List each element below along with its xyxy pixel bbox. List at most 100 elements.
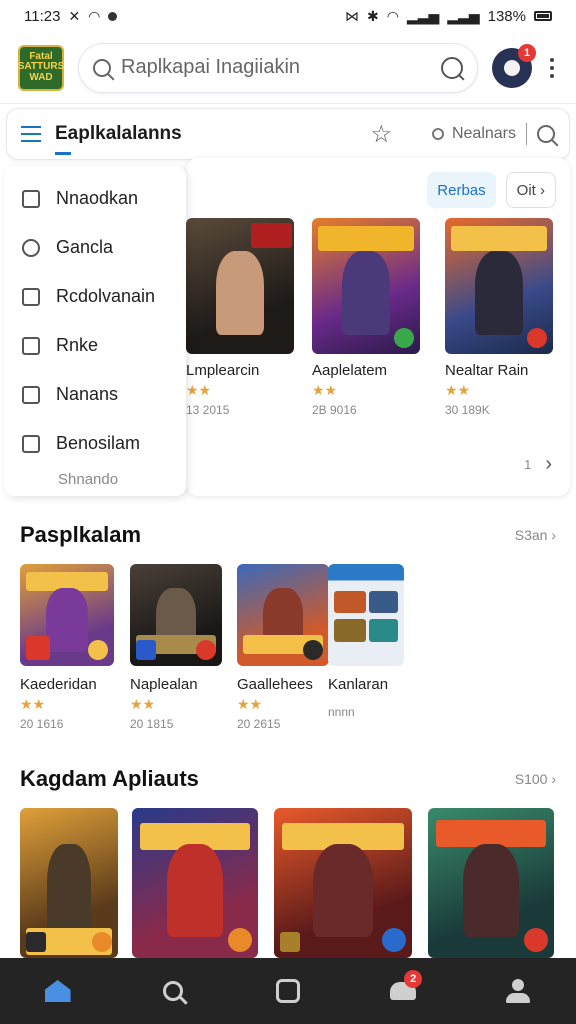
section-more-link[interactable]: S3an › — [515, 527, 556, 543]
featured-game-1[interactable]: Lmplearcin ★★ 13 2015 — [186, 218, 296, 417]
section-more-link[interactable]: S100 › — [515, 771, 556, 787]
chevron-right-icon: › — [545, 453, 552, 475]
section-2-game-2[interactable] — [132, 808, 258, 958]
book-icon — [22, 287, 40, 306]
section-1-game-1[interactable]: Kaederidan ★★ 20 1616 — [20, 564, 114, 731]
section-2-game-1[interactable] — [20, 808, 118, 958]
library-icon — [275, 979, 300, 1003]
nav-home[interactable] — [31, 964, 85, 1018]
game-name: Aaplelatem — [312, 362, 388, 379]
game-art — [237, 564, 329, 666]
drawer-item-label: Rcdolvanain — [56, 286, 156, 306]
bluetooth-icon: ✱ — [367, 7, 379, 24]
game-meta: 20 2615 — [237, 717, 281, 731]
game-meta: 2B 9016 — [312, 403, 357, 417]
more-options-icon[interactable] — [546, 57, 558, 78]
drawer-item-label: Rnke — [56, 335, 99, 355]
section-2-game-4[interactable] — [428, 808, 554, 958]
game-name: Nealtar Rain — [445, 362, 529, 379]
signal-2-icon: ▂▃▅ — [447, 7, 480, 24]
section-1-game-3[interactable]: Gaallehees ★★ 20 2615 — [237, 564, 329, 731]
drawer-item-3[interactable]: Rcdolvanain — [4, 272, 186, 321]
pager-number: 1 — [524, 457, 532, 472]
section-1-game-4[interactable]: Kanlaran nnnn — [328, 564, 404, 719]
person-icon — [431, 128, 444, 140]
drawer-item-6[interactable]: Benosilam — [4, 419, 186, 468]
drawer-item-1[interactable]: Nnaodkan — [4, 174, 186, 223]
section-2-game-3[interactable] — [274, 808, 412, 958]
drawer-item-label: Nanans — [56, 384, 119, 404]
pill-active[interactable]: Rerbas — [427, 172, 496, 208]
bottom-nav: 2 — [0, 958, 576, 1024]
favorite-icon[interactable]: ☆ — [370, 120, 392, 149]
section-2-header: Kagdam Apliauts S100 › — [20, 766, 556, 792]
nav-search[interactable] — [146, 964, 200, 1018]
game-meta: 20 1616 — [20, 717, 64, 731]
nav-library[interactable] — [261, 964, 315, 1018]
avatar-badge: 1 — [518, 43, 536, 62]
star-rating: ★★ — [130, 696, 156, 712]
featured-pager[interactable]: 1 › — [524, 453, 552, 476]
menu-icon[interactable] — [21, 126, 41, 142]
section-1-header: Pasplkalam S3an › — [20, 522, 556, 548]
game-meta: 13 2015 — [186, 403, 230, 417]
category-title[interactable]: Eaplkalalanns — [55, 123, 182, 155]
star-rating: ★★ — [186, 382, 212, 398]
divider — [526, 123, 527, 145]
star-rating: ★★ — [312, 382, 338, 398]
nav-badge: 2 — [404, 970, 423, 988]
game-art — [312, 218, 420, 354]
star-rating: ★★ — [237, 696, 263, 712]
search-placeholder: Raplkapai Inagiiakin — [121, 56, 301, 78]
category-bar: Eaplkalalanns ☆ Nealnars — [6, 108, 570, 160]
featured-card: Rerbas Oit › Lmplearcin ★★ 13 2015 Aaple… — [186, 158, 570, 496]
drawer-footer[interactable]: Shnando — [58, 471, 118, 488]
battery-text: 138% — [487, 7, 526, 25]
drawer-item-2[interactable]: Gancla — [4, 223, 186, 272]
pill-plain[interactable]: Oit › — [505, 172, 556, 208]
search-icon — [93, 58, 111, 77]
battery-icon — [534, 11, 552, 21]
avatar[interactable]: 1 — [492, 43, 536, 88]
lens-icon[interactable] — [441, 56, 463, 79]
featured-game-2[interactable]: Aaplelatem ★★ 2B 9016 — [312, 218, 422, 417]
filter-label: Nealnars — [451, 125, 516, 142]
game-art — [186, 218, 294, 354]
status-right: ⋈ ✱ ◠ ▂▃▅ ▂▃▅ 138% — [345, 8, 552, 25]
more-label: S3an — [514, 527, 548, 543]
app-logo[interactable]: Fatal SATTURS WAD — [18, 44, 64, 91]
category-filter[interactable]: Nealnars — [431, 125, 516, 143]
status-bar: 11:23 ✕ ◠ ⋈ ✱ ◠ ▂▃▅ ▂▃▅ 138% — [0, 0, 576, 32]
profile-icon — [506, 979, 531, 1003]
game-name: Kaederidan — [20, 676, 97, 693]
status-left: 11:23 ✕ ◠ — [24, 7, 118, 25]
signal-icon: ▂▃▅ — [407, 7, 440, 24]
side-drawer: Nnaodkan Gancla Rcdolvanain Rnke Nanans … — [4, 166, 186, 496]
app-bar: Fatal SATTURS WAD Raplkapai Inagiiakin 1 — [0, 32, 576, 104]
square-icon — [22, 336, 40, 355]
game-art — [328, 564, 404, 666]
featured-game-3[interactable]: Nealtar Rain ★★ 30 189K — [445, 218, 555, 417]
section-title: Pasplkalam — [20, 522, 142, 547]
search-input[interactable]: Raplkapai Inagiiakin — [78, 42, 478, 93]
drawer-item-5[interactable]: Nanans — [4, 370, 186, 419]
game-art — [130, 564, 222, 666]
puzzle-icon — [22, 238, 40, 257]
filter-pills: Rerbas Oit › — [427, 172, 556, 208]
game-meta: 30 189K — [445, 403, 490, 417]
drawer-item-label: Benosilam — [56, 433, 141, 453]
star-rating: ★★ — [445, 382, 471, 398]
nav-profile[interactable] — [491, 964, 545, 1018]
list-icon — [22, 434, 40, 453]
drawer-item-4[interactable]: Rnke — [4, 321, 186, 370]
nav-friends[interactable]: 2 — [376, 964, 430, 1018]
game-meta: 20 1815 — [130, 717, 174, 731]
grid-icon — [22, 189, 40, 208]
wifi-icon: ◠ — [88, 7, 101, 24]
game-name: Naplealan — [130, 676, 198, 693]
game-name: Gaallehees — [237, 676, 313, 693]
game-art — [445, 218, 553, 354]
category-search-icon[interactable] — [537, 125, 555, 143]
vibrate-icon: ⋈ — [345, 7, 360, 24]
section-1-game-2[interactable]: Naplealan ★★ 20 1815 — [130, 564, 222, 731]
